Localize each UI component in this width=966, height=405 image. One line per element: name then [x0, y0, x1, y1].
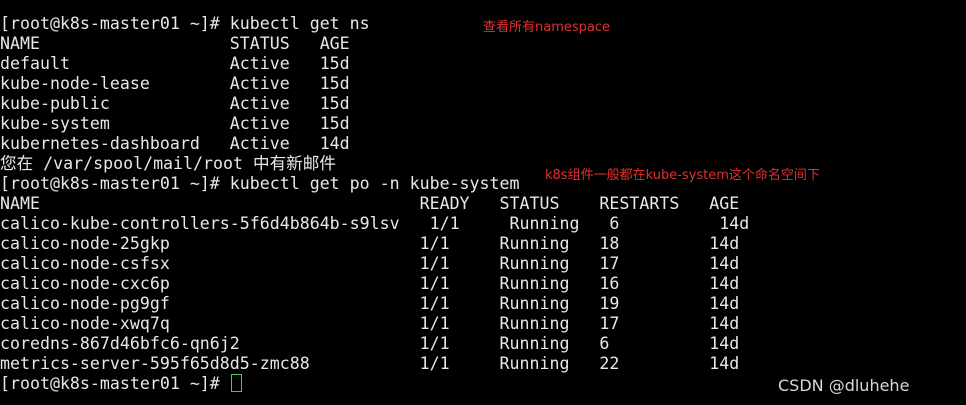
text-cursor [230, 374, 242, 392]
csdn-watermark: CSDN @dluhehe [778, 376, 910, 395]
pod-row: calico-node-csfsx 1/1 Running 17 14d [0, 254, 740, 273]
terminal-output[interactable]: [root@k8s-master01 ~]# kubectl get ns NA… [0, 0, 966, 394]
annotation-namespace-note: 查看所有namespace [483, 20, 611, 35]
pod-row: metrics-server-595f65d8d5-zmc88 1/1 Runn… [0, 354, 740, 373]
pod-row: calico-node-cxc6p 1/1 Running 16 14d [0, 274, 740, 293]
pod-row: calico-node-25gkp 1/1 Running 18 14d [0, 234, 740, 253]
ns-table-header: NAME STATUS AGE [0, 34, 350, 53]
ns-row-kube-node-lease: kube-node-lease Active 15d [0, 74, 350, 93]
pod-row: calico-node-xwq7q 1/1 Running 17 14d [0, 314, 740, 333]
command-line-get-po: [root@k8s-master01 ~]# kubectl get po -n… [0, 174, 520, 193]
pod-table-header: NAME READY STATUS RESTARTS AGE [0, 194, 740, 213]
pod-row: coredns-867d46bfc6-qn6j2 1/1 Running 6 1… [0, 334, 740, 353]
terminal-line-top-clipped [0, 0, 966, 14]
ns-row-kubernetes-dashboard: kubernetes-dashboard Active 14d [0, 134, 350, 153]
ns-row-kube-public: kube-public Active 15d [0, 94, 350, 113]
pod-row: calico-kube-controllers-5f6d4b864b-s9lsv… [0, 214, 750, 233]
shell-prompt: [root@k8s-master01 ~]# [0, 374, 230, 393]
mail-notice-line: 您在 /var/spool/mail/root 中有新邮件 [0, 154, 336, 173]
terminal-window[interactable]: [root@k8s-master01 ~]# kubectl get ns NA… [0, 0, 966, 405]
ns-row-kube-system: kube-system Active 15d [0, 114, 350, 133]
annotation-kube-system-note: k8s组件一般都在kube-system这个命名空间下 [545, 168, 820, 183]
pod-row: calico-node-pg9gf 1/1 Running 19 14d [0, 294, 740, 313]
ns-row-default: default Active 15d [0, 54, 350, 73]
